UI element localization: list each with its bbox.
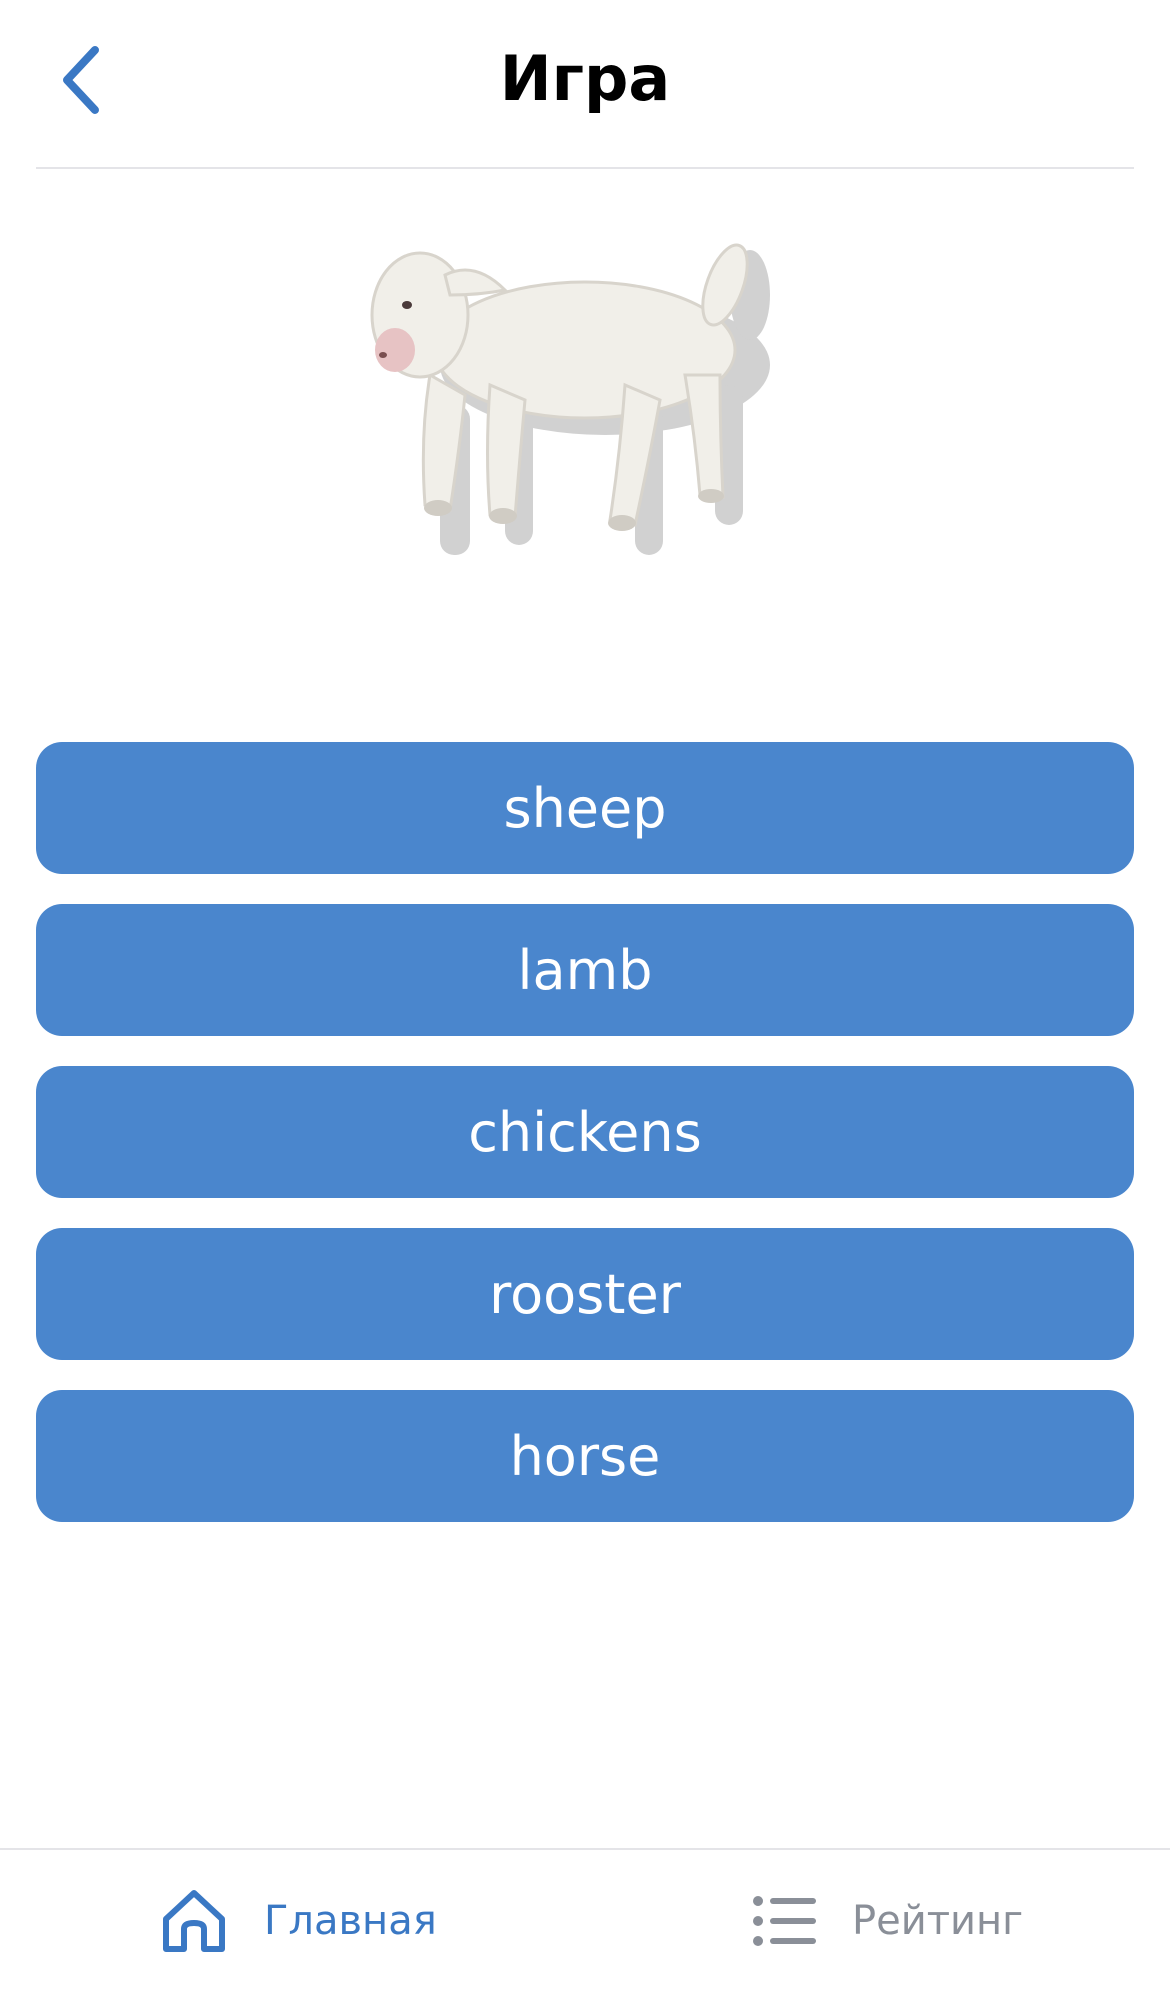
answer-list: sheep lamb chickens rooster horse <box>36 742 1134 1522</box>
page-title: Игра <box>499 42 671 115</box>
tab-home[interactable]: Главная <box>158 1850 437 1992</box>
tab-bar: Главная Рейтинг <box>0 1848 1170 1992</box>
header: Игра <box>0 0 1170 169</box>
lamb-picture <box>355 235 815 585</box>
home-icon <box>163 1890 225 1952</box>
tab-rating-label: Рейтинг <box>852 1898 1024 1944</box>
answer-button-chickens[interactable]: chickens <box>36 1066 1134 1198</box>
tab-rating[interactable]: Рейтинг <box>752 1850 1023 1992</box>
answer-button-horse[interactable]: horse <box>36 1390 1134 1522</box>
list-icon <box>753 1896 816 1946</box>
header-divider <box>36 167 1134 169</box>
answer-button-sheep[interactable]: sheep <box>36 742 1134 874</box>
game-screen: Игра sheep lamb chickens rooster horse Г… <box>0 0 1170 1992</box>
answer-button-lamb[interactable]: lamb <box>36 904 1134 1036</box>
answer-button-rooster[interactable]: rooster <box>36 1228 1134 1360</box>
tab-home-label: Главная <box>264 1898 437 1944</box>
